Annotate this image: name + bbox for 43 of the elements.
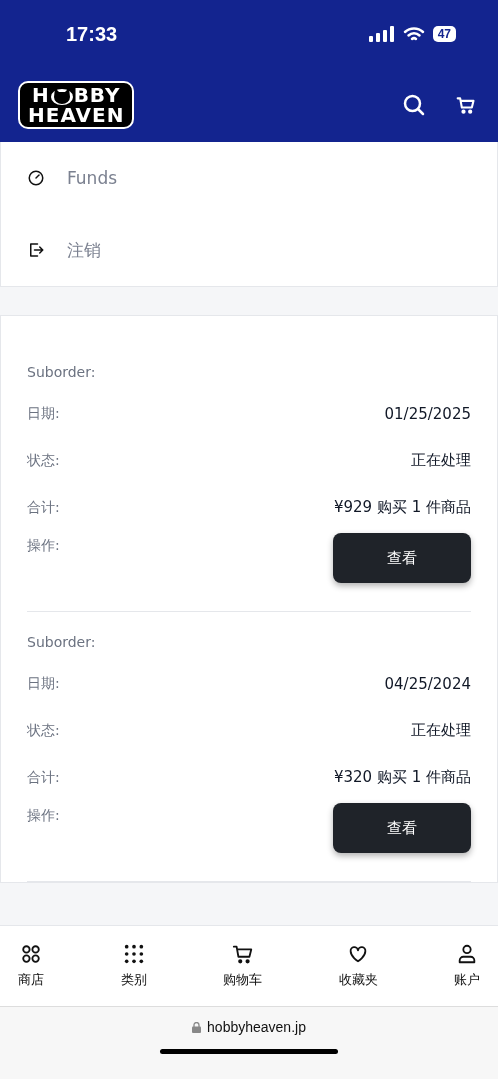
- field-value: ¥929 购买 1 件商品: [333, 498, 471, 517]
- field-label: 状态:: [27, 451, 60, 470]
- lock-icon: [192, 1021, 202, 1033]
- cart-icon[interactable]: [456, 95, 476, 115]
- suborder-label: Suborder:: [27, 634, 96, 650]
- search-icon[interactable]: [402, 93, 426, 117]
- nav-item[interactable]: 商店: [14, 926, 48, 1006]
- field-label: 操作:: [27, 806, 60, 825]
- dots-grid-icon: [122, 943, 145, 965]
- field-value: ¥320 购买 1 件商品: [333, 768, 471, 787]
- suborder-label: Suborder:: [27, 364, 96, 380]
- nav-item[interactable]: 账户: [450, 926, 484, 1006]
- gauge-icon: [27, 169, 45, 187]
- field-value: 正在处理: [411, 721, 471, 740]
- heart-icon: [347, 943, 369, 965]
- nav-item[interactable]: 收藏夹: [334, 926, 382, 1006]
- nav-item[interactable]: 购物车: [219, 926, 266, 1006]
- status-time: 17:33: [66, 22, 118, 46]
- signal-icon: [368, 26, 395, 42]
- person-icon: [456, 943, 478, 965]
- circles-grid-icon: [20, 943, 42, 965]
- menu-label: 注销: [67, 238, 101, 262]
- field-label: 操作:: [27, 536, 60, 555]
- view-button[interactable]: 查看: [333, 533, 471, 583]
- view-button[interactable]: 查看: [333, 803, 471, 853]
- logo[interactable]: H BBY HEAVEN: [18, 81, 135, 129]
- field-label: 合计:: [27, 768, 60, 787]
- field-label: 日期:: [27, 674, 60, 693]
- field-label: 合计:: [27, 498, 60, 517]
- url-text[interactable]: hobbyheaven.jp: [192, 1019, 306, 1035]
- field-label: 状态:: [27, 721, 60, 740]
- field-value: 正在处理: [411, 451, 471, 470]
- field-label: 日期:: [27, 404, 60, 423]
- field-value: 04/25/2024: [384, 674, 471, 693]
- battery-level: 47: [432, 26, 456, 42]
- wifi-icon: [402, 26, 425, 42]
- field-value: 01/25/2025: [384, 404, 471, 423]
- logout-icon: [27, 241, 45, 259]
- menu-item[interactable]: 注销: [1, 214, 497, 286]
- nav-item[interactable]: 类别: [116, 926, 151, 1006]
- menu-item[interactable]: Funds: [1, 142, 497, 214]
- menu-label: Funds: [67, 168, 118, 188]
- cart-icon: [231, 943, 254, 965]
